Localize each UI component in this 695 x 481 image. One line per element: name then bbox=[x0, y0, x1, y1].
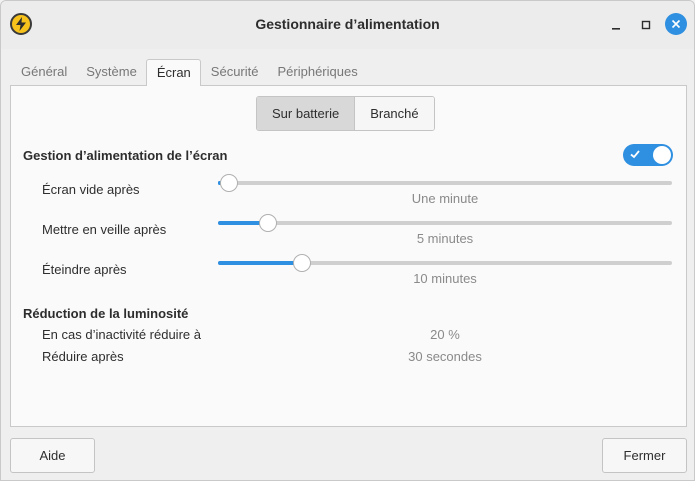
close-icon bbox=[671, 19, 681, 29]
inactivity-reduce-label: En cas d’inactivité réduire à bbox=[42, 327, 201, 342]
slider-thumb[interactable] bbox=[293, 254, 312, 272]
tab-screen[interactable]: Écran bbox=[145, 59, 201, 86]
toggle-knob bbox=[653, 146, 671, 164]
blank-screen-slider[interactable] bbox=[218, 174, 672, 192]
maximize-button[interactable] bbox=[636, 15, 656, 35]
minimize-button[interactable] bbox=[606, 15, 626, 35]
reduce-after-label: Réduire après bbox=[42, 349, 124, 364]
on-battery-button[interactable]: Sur batterie bbox=[257, 97, 356, 130]
display-power-toggle[interactable] bbox=[623, 144, 673, 166]
slider-thumb[interactable] bbox=[220, 174, 238, 192]
brightness-reduction-heading: Réduction de la luminosité bbox=[23, 306, 189, 321]
sleep-label: Mettre en veille après bbox=[42, 222, 167, 237]
title-bar: Gestionnaire d’alimentation bbox=[1, 1, 694, 49]
close-window-button[interactable] bbox=[665, 13, 687, 35]
screen-settings-panel: Sur batterie Branché Gestion d’alimentat… bbox=[10, 85, 687, 427]
power-manager-window: Gestionnaire d’alimentation Général Syst… bbox=[0, 0, 695, 481]
tab-security[interactable]: Sécurité bbox=[201, 59, 268, 85]
sleep-value: 5 minutes bbox=[416, 231, 474, 246]
slider-fill bbox=[218, 261, 303, 265]
tab-devices[interactable]: Périphériques bbox=[268, 59, 367, 85]
switch-off-label: Éteindre après bbox=[42, 262, 127, 277]
close-button[interactable]: Fermer bbox=[602, 438, 687, 473]
display-power-heading: Gestion d’alimentation de l’écran bbox=[23, 148, 228, 163]
sleep-slider[interactable] bbox=[218, 214, 672, 232]
blank-screen-value: Une minute bbox=[411, 191, 479, 206]
blank-screen-label: Écran vide après bbox=[42, 182, 140, 197]
window-title: Gestionnaire d’alimentation bbox=[255, 16, 440, 32]
switch-off-value: 10 minutes bbox=[413, 271, 477, 286]
tab-bar: Général Système Écran Sécurité Périphéri… bbox=[11, 59, 367, 86]
reduce-after-value: 30 secondes bbox=[408, 349, 482, 364]
tab-general[interactable]: Général bbox=[11, 59, 76, 85]
check-icon bbox=[630, 150, 640, 159]
power-source-switcher: Sur batterie Branché bbox=[256, 96, 435, 131]
inactivity-reduce-value: 20 % bbox=[430, 327, 460, 342]
tab-system[interactable]: Système bbox=[76, 59, 146, 85]
slider-thumb[interactable] bbox=[258, 214, 277, 232]
plugged-in-button[interactable]: Branché bbox=[355, 97, 434, 130]
help-button[interactable]: Aide bbox=[10, 438, 95, 473]
switch-off-slider[interactable] bbox=[218, 254, 672, 272]
